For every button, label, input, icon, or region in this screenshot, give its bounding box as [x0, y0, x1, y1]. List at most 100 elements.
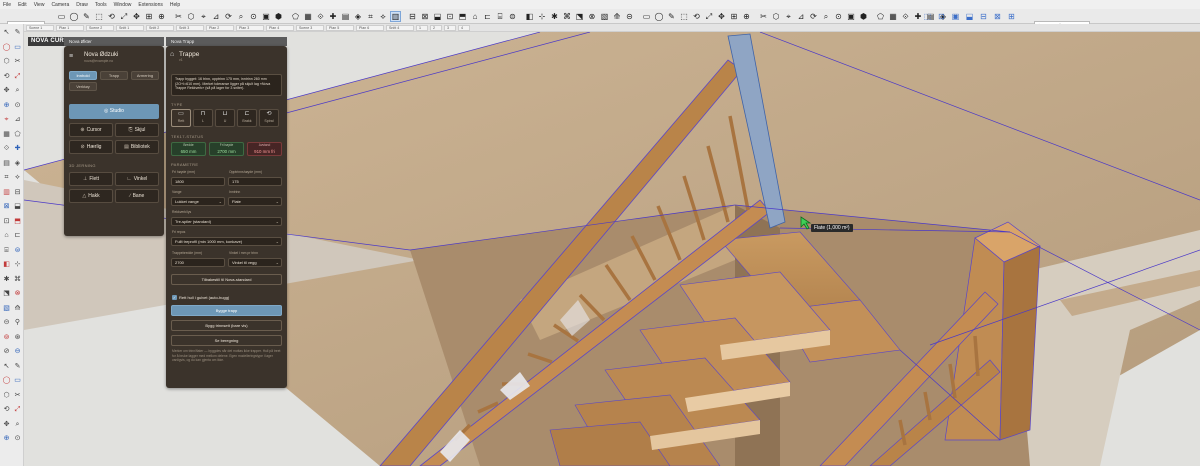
- dot-box-icon[interactable]: ⊡: [2, 217, 11, 226]
- select-box-icon[interactable]: ⬚: [679, 11, 690, 22]
- zoom-icon[interactable]: ⌕: [13, 420, 22, 429]
- type-u-button[interactable]: ⊔ U: [215, 109, 235, 127]
- ring-icon[interactable]: ⌸: [495, 11, 506, 22]
- solid-icon[interactable]: ⬢: [273, 11, 284, 22]
- orbit-icon[interactable]: ⊙: [13, 434, 22, 443]
- ring-icon[interactable]: ⊜: [13, 246, 22, 255]
- scene-tab[interactable]: 1: [416, 25, 428, 31]
- view-tool-icon[interactable]: ⬓: [964, 11, 975, 22]
- layers-icon[interactable]: ▤: [2, 159, 11, 168]
- asterisk-circle-icon[interactable]: ⊛: [13, 333, 22, 342]
- solid-icon[interactable]: ⬢: [858, 11, 869, 22]
- target-icon[interactable]: ⌖: [783, 11, 794, 22]
- orbit-icon[interactable]: ⊙: [833, 11, 844, 22]
- select-icon[interactable]: ↖: [2, 28, 11, 37]
- panel-icon[interactable]: ⊏: [482, 11, 493, 22]
- hatch-icon[interactable]: ⊗: [587, 11, 598, 22]
- hamburger-icon[interactable]: ≡: [69, 53, 73, 60]
- menu-item-file[interactable]: File: [3, 2, 11, 8]
- select-icon[interactable]: ↖: [2, 362, 11, 371]
- polygon-icon[interactable]: ⬡: [2, 391, 11, 400]
- riser-input[interactable]: 175: [228, 177, 282, 186]
- view-tool-icon[interactable]: ⊠: [992, 11, 1003, 22]
- panel-tab-sessions[interactable]: Nova Økter: [64, 37, 164, 46]
- orbit-icon[interactable]: ⊙: [248, 11, 259, 22]
- box-icon[interactable]: ▣: [846, 11, 857, 22]
- scene-tab[interactable]: Snitt 3: [176, 25, 204, 31]
- add-icon[interactable]: ⊕: [741, 11, 752, 22]
- refresh-icon[interactable]: ⟳: [223, 11, 234, 22]
- table-icon[interactable]: ▦: [303, 11, 314, 22]
- house-icon[interactable]: ⌂: [2, 231, 11, 240]
- move-icon[interactable]: ✥: [716, 11, 727, 22]
- circle-icon[interactable]: ◯: [69, 11, 80, 22]
- build-stair-button[interactable]: Bygge trapp: [171, 305, 282, 316]
- point-icon[interactable]: ⟡: [378, 11, 389, 22]
- pentagon-icon[interactable]: ⬠: [13, 130, 22, 139]
- hide-button[interactable]: ⎘ Skjul: [115, 123, 159, 137]
- menu-item-tools[interactable]: Tools: [95, 2, 107, 8]
- circle-dash-icon[interactable]: ⟰: [612, 11, 623, 22]
- bracket-icon[interactable]: ⌂: [470, 11, 481, 22]
- cut-icon[interactable]: ✂: [13, 57, 22, 66]
- scene-tab[interactable]: Plan 5: [326, 25, 354, 31]
- sparkle-icon[interactable]: ◧: [524, 11, 535, 22]
- command-icon[interactable]: ✱: [549, 11, 560, 22]
- menu-item-extensions[interactable]: Extensions: [138, 2, 162, 8]
- split-icon[interactable]: ⊜: [507, 11, 518, 22]
- library-button[interactable]: ▤ Bibliotek: [115, 140, 159, 154]
- rotate-icon[interactable]: ⟲: [691, 11, 702, 22]
- select-box-icon[interactable]: ⬚: [94, 11, 105, 22]
- railing-select[interactable]: Tre-spiler (standard) ⌄: [171, 217, 282, 226]
- calculation-button[interactable]: Se beregning: [171, 335, 282, 346]
- rotate-icon[interactable]: ⟲: [106, 11, 117, 22]
- grid-icon[interactable]: ⊞: [729, 11, 740, 22]
- rectangle-icon[interactable]: ▭: [56, 11, 67, 22]
- scene-tab[interactable]: Scene 1: [26, 25, 54, 31]
- pencil-icon[interactable]: ✎: [666, 11, 677, 22]
- move-icon[interactable]: ✥: [131, 11, 142, 22]
- hakk-tool-button[interactable]: △ Hakk: [69, 189, 113, 203]
- house-icon[interactable]: ⬒: [457, 11, 468, 22]
- cursor-button[interactable]: ⊕ Cursor: [69, 123, 113, 137]
- circle-icon[interactable]: ◯: [2, 376, 11, 385]
- pencil-icon[interactable]: ✎: [81, 11, 92, 22]
- target-icon[interactable]: ⌖: [2, 115, 11, 124]
- hatch-icon[interactable]: ▧: [2, 304, 11, 313]
- polygon-icon[interactable]: ⬠: [875, 11, 886, 22]
- split-icon[interactable]: ◧: [2, 260, 11, 269]
- rectangle-icon[interactable]: ▭: [13, 43, 22, 52]
- type-straight-button[interactable]: ▭ Rett: [171, 109, 191, 127]
- pencil-icon[interactable]: ✎: [13, 28, 22, 37]
- move-icon[interactable]: ✥: [2, 420, 11, 429]
- box-icon[interactable]: ▣: [261, 11, 272, 22]
- ring-double-icon[interactable]: ⊚: [2, 333, 11, 342]
- diamond-icon[interactable]: ⟐: [2, 144, 11, 153]
- flett-tool-button[interactable]: ⊥ Flett: [69, 172, 113, 186]
- plus-icon[interactable]: ✚: [13, 144, 22, 153]
- push-icon[interactable]: ⟰: [13, 304, 22, 313]
- view-tool-icon[interactable]: ⊟: [978, 11, 989, 22]
- triangle-icon[interactable]: ⊿: [13, 115, 22, 124]
- scene-tab[interactable]: 2: [430, 25, 442, 31]
- refresh-icon[interactable]: ⟳: [808, 11, 819, 22]
- add-icon[interactable]: ⊕: [2, 101, 11, 110]
- scene-tab[interactable]: Plan 6: [356, 25, 384, 31]
- landing-select[interactable]: Fullt treprofil (min 1000 mm, konkave) ⌄: [171, 237, 282, 246]
- pencil-icon[interactable]: ✎: [13, 362, 22, 371]
- scale-icon[interactable]: ⤢: [13, 405, 22, 414]
- bracket-icon[interactable]: ⊏: [13, 231, 22, 240]
- quad-icon[interactable]: ⌘: [562, 11, 573, 22]
- scene-tab[interactable]: Plan 4: [266, 25, 294, 31]
- herlig-button[interactable]: ⊘ Hærlig: [69, 140, 113, 154]
- sparkle-icon[interactable]: ⊹: [13, 260, 22, 269]
- cut-icon[interactable]: ✂: [13, 391, 22, 400]
- plus-icon[interactable]: ✚: [328, 11, 339, 22]
- type-l-button[interactable]: ⊓ L: [193, 109, 213, 127]
- table-icon[interactable]: ▦: [888, 11, 899, 22]
- cut-icon[interactable]: ✂: [758, 11, 769, 22]
- segment-verktoy[interactable]: Verktøy: [69, 82, 97, 91]
- build-steps-button[interactable]: Bygg trinnsett (bare vis): [171, 320, 282, 331]
- menu-item-edit[interactable]: Edit: [18, 2, 27, 8]
- zoom-icon[interactable]: ⌕: [13, 86, 22, 95]
